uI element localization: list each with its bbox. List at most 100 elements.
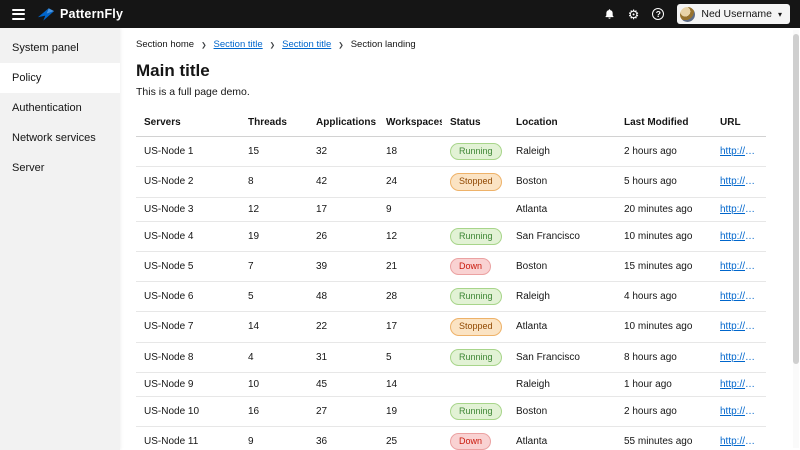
cell: San Francisco: [508, 342, 616, 372]
url-cell: http://www.redhat...: [712, 427, 766, 450]
cell: US-Node 11: [136, 427, 240, 450]
status-cell: [442, 197, 508, 221]
sidebar-item-server[interactable]: Server: [0, 153, 120, 183]
status-cell: Down: [442, 251, 508, 281]
table-row: US-Node 312179Atlanta20 minutes agohttp:…: [136, 197, 766, 221]
brand-name: PatternFly: [60, 7, 123, 21]
cell: 20 minutes ago: [616, 197, 712, 221]
url-link[interactable]: http://www.redhat...: [720, 352, 758, 363]
sidebar-item-policy[interactable]: Policy: [0, 63, 120, 93]
url-link[interactable]: http://www.redhat...: [720, 261, 758, 272]
column-header-workspaces: Workspaces: [378, 109, 442, 137]
table-row: US-Node 4192612RunningSan Francisco10 mi…: [136, 221, 766, 251]
cell: 18: [378, 137, 442, 167]
status-badge: Stopped: [450, 318, 502, 335]
main-content: Section home❯Section title❯Section title…: [120, 28, 800, 450]
table-row: US-Node 284224StoppedBoston5 hours agoht…: [136, 167, 766, 197]
table-row: US-Node 1193625DownAtlanta55 minutes ago…: [136, 427, 766, 450]
breadcrumb-item[interactable]: Section title: [282, 39, 331, 50]
cell: 32: [308, 137, 378, 167]
nav-toggle-button[interactable]: [10, 4, 27, 24]
table-row: US-Node 654828RunningRaleigh4 hours agoh…: [136, 282, 766, 312]
column-header-last-modified: Last Modified: [616, 109, 712, 137]
settings-gear-icon[interactable]: ⚙: [628, 8, 640, 21]
table-row: US-Node 9104514Raleigh1 hour agohttp://w…: [136, 372, 766, 396]
status-badge: Running: [450, 228, 502, 245]
cell: 19: [240, 221, 308, 251]
cell: US-Node 7: [136, 312, 240, 342]
url-link[interactable]: http://www.redhat...: [720, 176, 758, 187]
breadcrumb-item[interactable]: Section title: [214, 39, 263, 50]
url-link[interactable]: http://www.redhat...: [720, 436, 758, 447]
cell: Boston: [508, 167, 616, 197]
column-header-servers: Servers: [136, 109, 240, 137]
scrollbar-thumb[interactable]: [793, 34, 799, 364]
cell: 24: [378, 167, 442, 197]
column-header-url: URL: [712, 109, 766, 137]
cell: US-Node 10: [136, 396, 240, 426]
page-title: Main title: [136, 61, 784, 81]
url-link[interactable]: http://www.redhat...: [720, 146, 758, 157]
url-link[interactable]: http://www.redhat...: [720, 204, 758, 215]
status-cell: Down: [442, 427, 508, 450]
sidebar-item-authentication[interactable]: Authentication: [0, 93, 120, 123]
vertical-scrollbar[interactable]: [793, 30, 799, 448]
url-link[interactable]: http://www.redhat...: [720, 291, 758, 302]
cell: 8 hours ago: [616, 342, 712, 372]
status-badge: Running: [450, 349, 502, 366]
help-icon[interactable]: ?: [652, 8, 664, 20]
status-cell: [442, 372, 508, 396]
cell: 12: [240, 197, 308, 221]
url-link[interactable]: http://www.redhat...: [720, 379, 758, 390]
cell: 14: [378, 372, 442, 396]
cell: 15 minutes ago: [616, 251, 712, 281]
cell: Raleigh: [508, 282, 616, 312]
cell: US-Node 5: [136, 251, 240, 281]
column-header-threads: Threads: [240, 109, 308, 137]
cell: Atlanta: [508, 427, 616, 450]
table-row: US-Node 573921DownBoston15 minutes agoht…: [136, 251, 766, 281]
patternfly-logo-icon: [37, 7, 55, 22]
cell: 2 hours ago: [616, 137, 712, 167]
breadcrumb-separator-icon: ❯: [270, 41, 275, 49]
page-subtitle: This is a full page demo.: [136, 86, 784, 98]
sidebar-item-network-services[interactable]: Network services: [0, 123, 120, 153]
servers-table: ServersThreadsApplicationsWorkspacesStat…: [136, 109, 766, 450]
url-link[interactable]: http://www.redhat...: [720, 231, 758, 242]
notifications-bell-icon[interactable]: [604, 8, 615, 20]
cell: 45: [308, 372, 378, 396]
column-header-applications: Applications: [308, 109, 378, 137]
url-cell: http://www.redhat...: [712, 167, 766, 197]
sidebar-item-system-panel[interactable]: System panel: [0, 33, 120, 63]
cell: 27: [308, 396, 378, 426]
cell: 55 minutes ago: [616, 427, 712, 450]
status-badge: Running: [450, 143, 502, 160]
cell: 16: [240, 396, 308, 426]
user-menu-dropdown[interactable]: Ned Username ▾: [677, 4, 790, 24]
status-badge: Running: [450, 403, 502, 420]
cell: 39: [308, 251, 378, 281]
table-row: US-Node 7142217StoppedAtlanta10 minutes …: [136, 312, 766, 342]
cell: 26: [308, 221, 378, 251]
url-link[interactable]: http://www.redhat...: [720, 321, 758, 332]
cell: 21: [378, 251, 442, 281]
column-header-status: Status: [442, 109, 508, 137]
cell: 4: [240, 342, 308, 372]
cell: 17: [308, 197, 378, 221]
user-name: Ned Username: [701, 8, 772, 20]
status-cell: Running: [442, 342, 508, 372]
avatar: [680, 7, 695, 22]
chevron-down-icon: ▾: [778, 10, 782, 19]
cell: Boston: [508, 396, 616, 426]
cell: 5 hours ago: [616, 167, 712, 197]
cell: 22: [308, 312, 378, 342]
cell: Atlanta: [508, 312, 616, 342]
cell: US-Node 1: [136, 137, 240, 167]
masthead: PatternFly ⚙ ? Ned Username ▾: [0, 0, 800, 28]
breadcrumb: Section home❯Section title❯Section title…: [120, 28, 800, 59]
table-row: US-Node 10162719RunningBoston2 hours ago…: [136, 396, 766, 426]
cell: Boston: [508, 251, 616, 281]
status-cell: Running: [442, 221, 508, 251]
cell: 5: [240, 282, 308, 312]
url-link[interactable]: http://www.redhat...: [720, 406, 758, 417]
